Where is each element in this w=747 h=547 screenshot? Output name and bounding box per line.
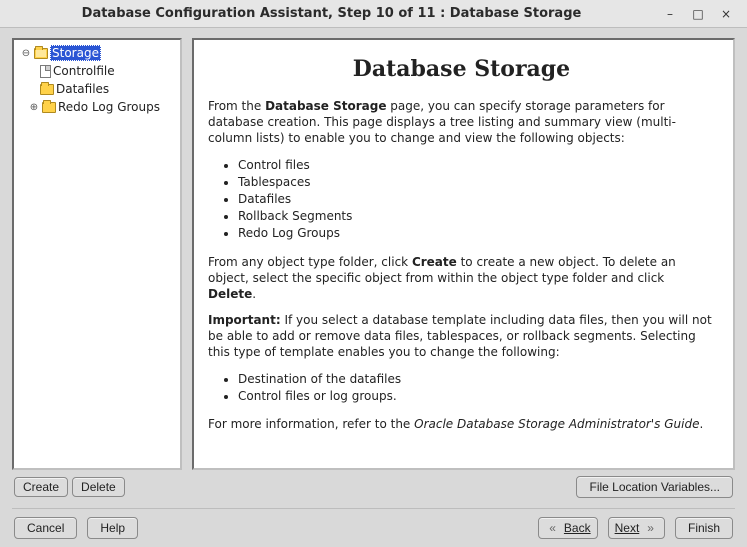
content-pane: Database Storage From the Database Stora… bbox=[192, 38, 735, 470]
file-icon bbox=[40, 65, 51, 78]
minimize-icon[interactable]: – bbox=[663, 7, 677, 21]
mid-button-row: Create Delete File Location Variables... bbox=[12, 470, 735, 504]
tree-item-label: Datafiles bbox=[56, 82, 109, 96]
tree-item-controlfile[interactable]: Controlfile bbox=[18, 62, 176, 80]
actions-paragraph: From any object type folder, click Creat… bbox=[208, 254, 715, 303]
maximize-icon[interactable]: □ bbox=[691, 7, 705, 21]
list-item: Control files or log groups. bbox=[238, 388, 715, 404]
close-icon[interactable]: × bbox=[719, 7, 733, 21]
main-row: ⊖ Storage Controlfile Datafiles ⊕ Redo L… bbox=[12, 38, 735, 470]
expand-icon[interactable]: ⊕ bbox=[28, 102, 40, 113]
collapse-icon[interactable]: ⊖ bbox=[20, 48, 32, 59]
folder-icon bbox=[42, 102, 56, 113]
list-item: Tablespaces bbox=[238, 174, 715, 190]
intro-paragraph: From the Database Storage page, you can … bbox=[208, 98, 715, 147]
page-title: Database Storage bbox=[208, 56, 715, 82]
tree-root-storage[interactable]: ⊖ Storage bbox=[18, 44, 176, 62]
delete-button[interactable]: Delete bbox=[72, 477, 125, 497]
window-controls: – □ × bbox=[663, 7, 739, 21]
finish-button[interactable]: Finish bbox=[675, 517, 733, 539]
help-button[interactable]: Help bbox=[87, 517, 138, 539]
template-list: Destination of the datafiles Control fil… bbox=[208, 371, 715, 404]
objects-list: Control files Tablespaces Datafiles Roll… bbox=[208, 157, 715, 242]
create-button[interactable]: Create bbox=[14, 477, 68, 497]
next-label: Next bbox=[615, 521, 640, 535]
chevron-left-icon: « bbox=[545, 521, 560, 535]
more-info-paragraph: For more information, refer to the Oracl… bbox=[208, 416, 715, 432]
next-button[interactable]: Next » bbox=[608, 517, 665, 539]
titlebar: Database Configuration Assistant, Step 1… bbox=[0, 0, 747, 28]
back-label: Back bbox=[564, 521, 591, 535]
tree-item-label: Redo Log Groups bbox=[58, 100, 160, 114]
file-location-variables-button[interactable]: File Location Variables... bbox=[576, 476, 733, 498]
dialog-body: ⊖ Storage Controlfile Datafiles ⊕ Redo L… bbox=[0, 28, 747, 547]
cancel-button[interactable]: Cancel bbox=[14, 517, 77, 539]
tree-item-redolog[interactable]: ⊕ Redo Log Groups bbox=[18, 98, 176, 116]
list-item: Redo Log Groups bbox=[238, 225, 715, 241]
separator bbox=[12, 508, 735, 509]
list-item: Rollback Segments bbox=[238, 208, 715, 224]
folder-icon bbox=[40, 84, 54, 95]
tree-item-datafiles[interactable]: Datafiles bbox=[18, 80, 176, 98]
back-button[interactable]: « Back bbox=[538, 517, 597, 539]
window-title: Database Configuration Assistant, Step 1… bbox=[0, 6, 663, 21]
folder-open-icon bbox=[34, 48, 48, 59]
body-text: From the Database Storage page, you can … bbox=[208, 98, 715, 432]
list-item: Control files bbox=[238, 157, 715, 173]
list-item: Datafiles bbox=[238, 191, 715, 207]
storage-tree[interactable]: ⊖ Storage Controlfile Datafiles ⊕ Redo L… bbox=[12, 38, 182, 470]
chevron-right-icon: » bbox=[643, 521, 658, 535]
tree-root-label: Storage bbox=[50, 45, 101, 61]
wizard-button-row: Cancel Help « Back Next » Finish bbox=[12, 517, 735, 539]
list-item: Destination of the datafiles bbox=[238, 371, 715, 387]
tree-item-label: Controlfile bbox=[53, 64, 115, 78]
important-paragraph: Important: If you select a database temp… bbox=[208, 312, 715, 361]
